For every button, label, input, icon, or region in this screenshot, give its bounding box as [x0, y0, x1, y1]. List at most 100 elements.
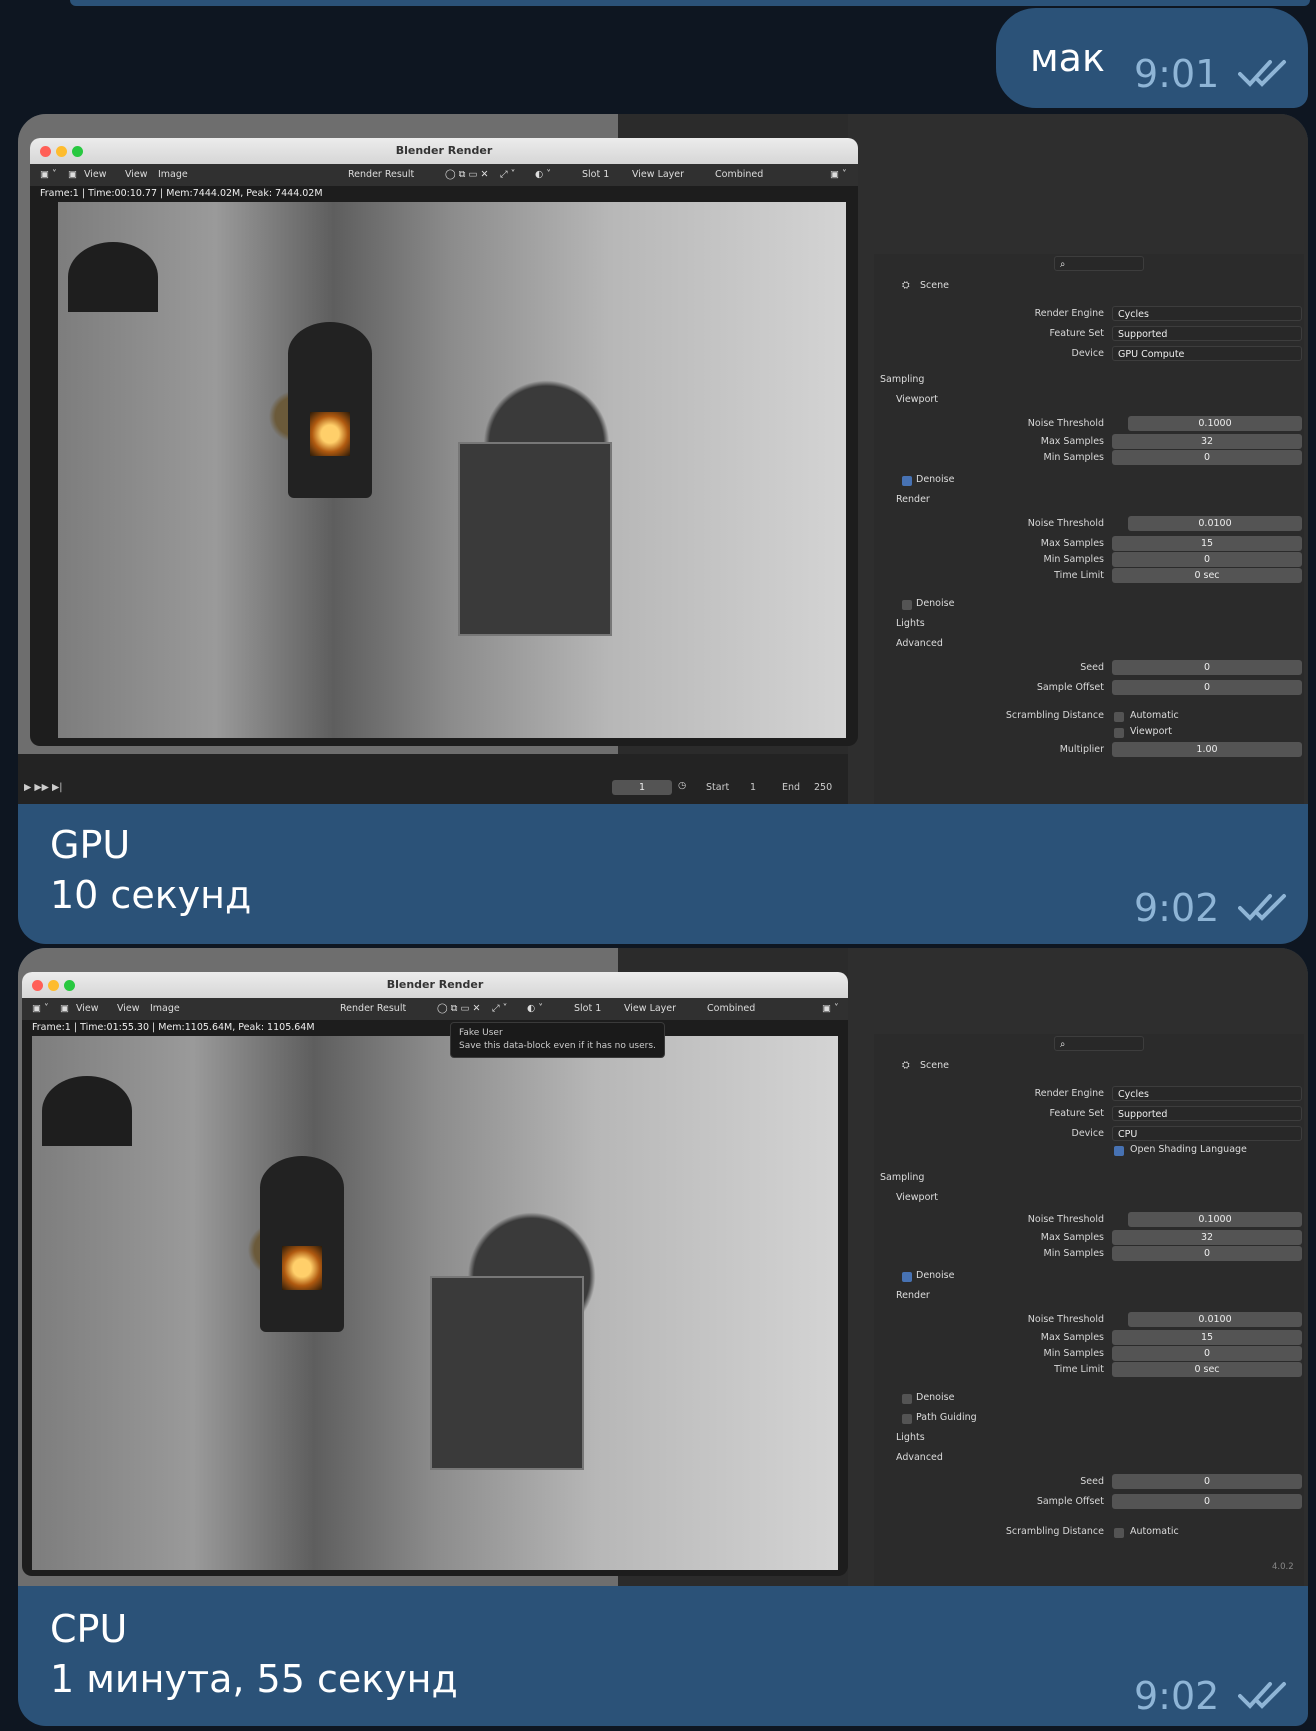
- options-icon[interactable]: ▣ ˅: [822, 1003, 839, 1014]
- view-layer-dropdown[interactable]: View Layer: [632, 169, 684, 180]
- menu-view-2[interactable]: View: [125, 169, 148, 180]
- view-mode-icon[interactable]: ▣: [68, 169, 77, 180]
- osl-checkbox[interactable]: [1114, 1146, 1124, 1156]
- display-channels-icon[interactable]: ◐ ˅: [535, 169, 551, 180]
- feature-set-label: Feature Set: [1049, 1108, 1104, 1119]
- sample-offset-label: Sample Offset: [1036, 1496, 1104, 1507]
- render-result-field[interactable]: Render Result: [348, 169, 414, 180]
- sampling-section[interactable]: Sampling: [880, 374, 924, 385]
- slot-dropdown[interactable]: Slot 1: [582, 169, 609, 180]
- render-oven-shape: [458, 442, 612, 636]
- start-value[interactable]: 1: [750, 782, 756, 793]
- denoise-checkbox[interactable]: [902, 1272, 912, 1282]
- screenshot-image[interactable]: Blender Render ▣ ˅ ▣ View View Image Ren…: [18, 948, 1308, 1586]
- automatic-checkbox[interactable]: [1114, 712, 1124, 722]
- denoise-checkbox[interactable]: [902, 476, 912, 486]
- vp-min-samples-field[interactable]: 0: [1112, 450, 1302, 465]
- minimize-window-icon[interactable]: [56, 146, 67, 157]
- outgoing-media-message[interactable]: Blender Render ▣ ˅ ▣ View View Image Ren…: [18, 948, 1308, 1726]
- r-noise-threshold-field[interactable]: 0.0100: [1128, 1312, 1302, 1327]
- r-min-samples-field[interactable]: 0: [1112, 552, 1302, 567]
- vp-noise-threshold-label: Noise Threshold: [1027, 1214, 1104, 1225]
- view-layer-dropdown[interactable]: View Layer: [624, 1003, 676, 1014]
- multiplier-field[interactable]: 1.00: [1112, 742, 1302, 757]
- viewport-subsection[interactable]: Viewport: [896, 394, 938, 405]
- device-dropdown[interactable]: CPU: [1112, 1126, 1302, 1141]
- editor-type-icon[interactable]: ▣ ˅: [40, 169, 57, 180]
- maximize-window-icon[interactable]: [72, 146, 83, 157]
- close-window-icon[interactable]: [40, 146, 51, 157]
- render-subsection[interactable]: Render: [896, 1290, 930, 1301]
- properties-panel: ⌕ ⛭ Scene Render Engine Cycles Feature S…: [874, 254, 1304, 804]
- denoise-render-checkbox[interactable]: [902, 1394, 912, 1404]
- pass-dropdown[interactable]: Combined: [707, 1003, 755, 1014]
- current-frame-field[interactable]: 1: [612, 780, 672, 795]
- viewport-checkbox[interactable]: [1114, 728, 1124, 738]
- vp-noise-threshold-field[interactable]: 0.1000: [1128, 1212, 1302, 1227]
- vp-min-samples-label: Min Samples: [1043, 452, 1104, 463]
- menu-view[interactable]: View: [84, 169, 107, 180]
- lights-subsection[interactable]: Lights: [896, 618, 925, 629]
- render-result-field[interactable]: Render Result: [340, 1003, 406, 1014]
- time-limit-field[interactable]: 0 sec: [1112, 568, 1302, 583]
- device-dropdown[interactable]: GPU Compute: [1112, 346, 1302, 361]
- sample-offset-field[interactable]: 0: [1112, 1494, 1302, 1509]
- render-subsection[interactable]: Render: [896, 494, 930, 505]
- seed-field[interactable]: 0: [1112, 660, 1302, 675]
- menu-view[interactable]: View: [76, 1003, 99, 1014]
- screenshot-image[interactable]: Blender Render ▣ ˅ ▣ View View Image Ren…: [18, 114, 1308, 804]
- vp-max-samples-field[interactable]: 32: [1112, 434, 1302, 449]
- osl-label: Open Shading Language: [1130, 1144, 1247, 1155]
- vp-min-samples-field[interactable]: 0: [1112, 1246, 1302, 1261]
- r-noise-threshold-field[interactable]: 0.0100: [1128, 516, 1302, 531]
- pass-dropdown[interactable]: Combined: [715, 169, 763, 180]
- vp-max-samples-field[interactable]: 32: [1112, 1230, 1302, 1245]
- sampling-section[interactable]: Sampling: [880, 1172, 924, 1183]
- minimize-window-icon[interactable]: [48, 980, 59, 991]
- display-channels-icon[interactable]: ◐ ˅: [527, 1003, 543, 1014]
- seed-field[interactable]: 0: [1112, 1474, 1302, 1489]
- menu-image[interactable]: Image: [150, 1003, 180, 1014]
- outgoing-media-message[interactable]: Blender Render ▣ ˅ ▣ View View Image Ren…: [18, 114, 1308, 944]
- end-value[interactable]: 250: [814, 782, 832, 793]
- options-icon[interactable]: ▣ ˅: [830, 169, 847, 180]
- r-max-samples-field[interactable]: 15: [1112, 536, 1302, 551]
- render-engine-dropdown[interactable]: Cycles: [1112, 306, 1302, 321]
- search-input[interactable]: ⌕: [1054, 1036, 1144, 1051]
- vp-noise-threshold-field[interactable]: 0.1000: [1128, 416, 1302, 431]
- view-mode-icon[interactable]: ▣: [60, 1003, 69, 1014]
- tooltip-body: Save this data-block even if it has no u…: [459, 1041, 656, 1051]
- sample-tool-icon[interactable]: ⤢ ˅: [492, 1003, 507, 1014]
- sample-offset-field[interactable]: 0: [1112, 680, 1302, 695]
- play-controls-icon[interactable]: ▶ ▶▶ ▶|: [24, 782, 62, 793]
- advanced-subsection[interactable]: Advanced: [896, 638, 943, 649]
- multiplier-label: Multiplier: [1059, 744, 1104, 755]
- search-input[interactable]: ⌕: [1054, 256, 1144, 271]
- feature-set-dropdown[interactable]: Supported: [1112, 326, 1302, 341]
- fake-user-icon[interactable]: ◯ ⧉ ▭ ✕: [445, 169, 488, 180]
- blender-render-window[interactable]: Blender Render ▣ ˅ ▣ View View Image Ren…: [22, 972, 848, 1576]
- slot-dropdown[interactable]: Slot 1: [574, 1003, 601, 1014]
- denoise-render-checkbox[interactable]: [902, 600, 912, 610]
- automatic-checkbox[interactable]: [1114, 1528, 1124, 1538]
- r-max-samples-field[interactable]: 15: [1112, 1330, 1302, 1345]
- render-engine-dropdown[interactable]: Cycles: [1112, 1086, 1302, 1101]
- blender-render-window[interactable]: Blender Render ▣ ˅ ▣ View View Image Ren…: [30, 138, 858, 746]
- clock-icon: ◷: [678, 780, 687, 791]
- close-window-icon[interactable]: [32, 980, 43, 991]
- menu-image[interactable]: Image: [158, 169, 188, 180]
- editor-type-icon[interactable]: ▣ ˅: [32, 1003, 49, 1014]
- lights-subsection[interactable]: Lights: [896, 1432, 925, 1443]
- r-min-samples-field[interactable]: 0: [1112, 1346, 1302, 1361]
- menu-view-2[interactable]: View: [117, 1003, 140, 1014]
- time-limit-field[interactable]: 0 sec: [1112, 1362, 1302, 1377]
- sample-tool-icon[interactable]: ⤢ ˅: [500, 169, 515, 180]
- time-limit-label: Time Limit: [1054, 1364, 1104, 1375]
- r-min-samples-label: Min Samples: [1043, 554, 1104, 565]
- path-guiding-checkbox[interactable]: [902, 1414, 912, 1424]
- feature-set-dropdown[interactable]: Supported: [1112, 1106, 1302, 1121]
- maximize-window-icon[interactable]: [64, 980, 75, 991]
- fake-user-icon[interactable]: ◯ ⧉ ▭ ✕: [437, 1003, 480, 1014]
- viewport-subsection[interactable]: Viewport: [896, 1192, 938, 1203]
- advanced-subsection[interactable]: Advanced: [896, 1452, 943, 1463]
